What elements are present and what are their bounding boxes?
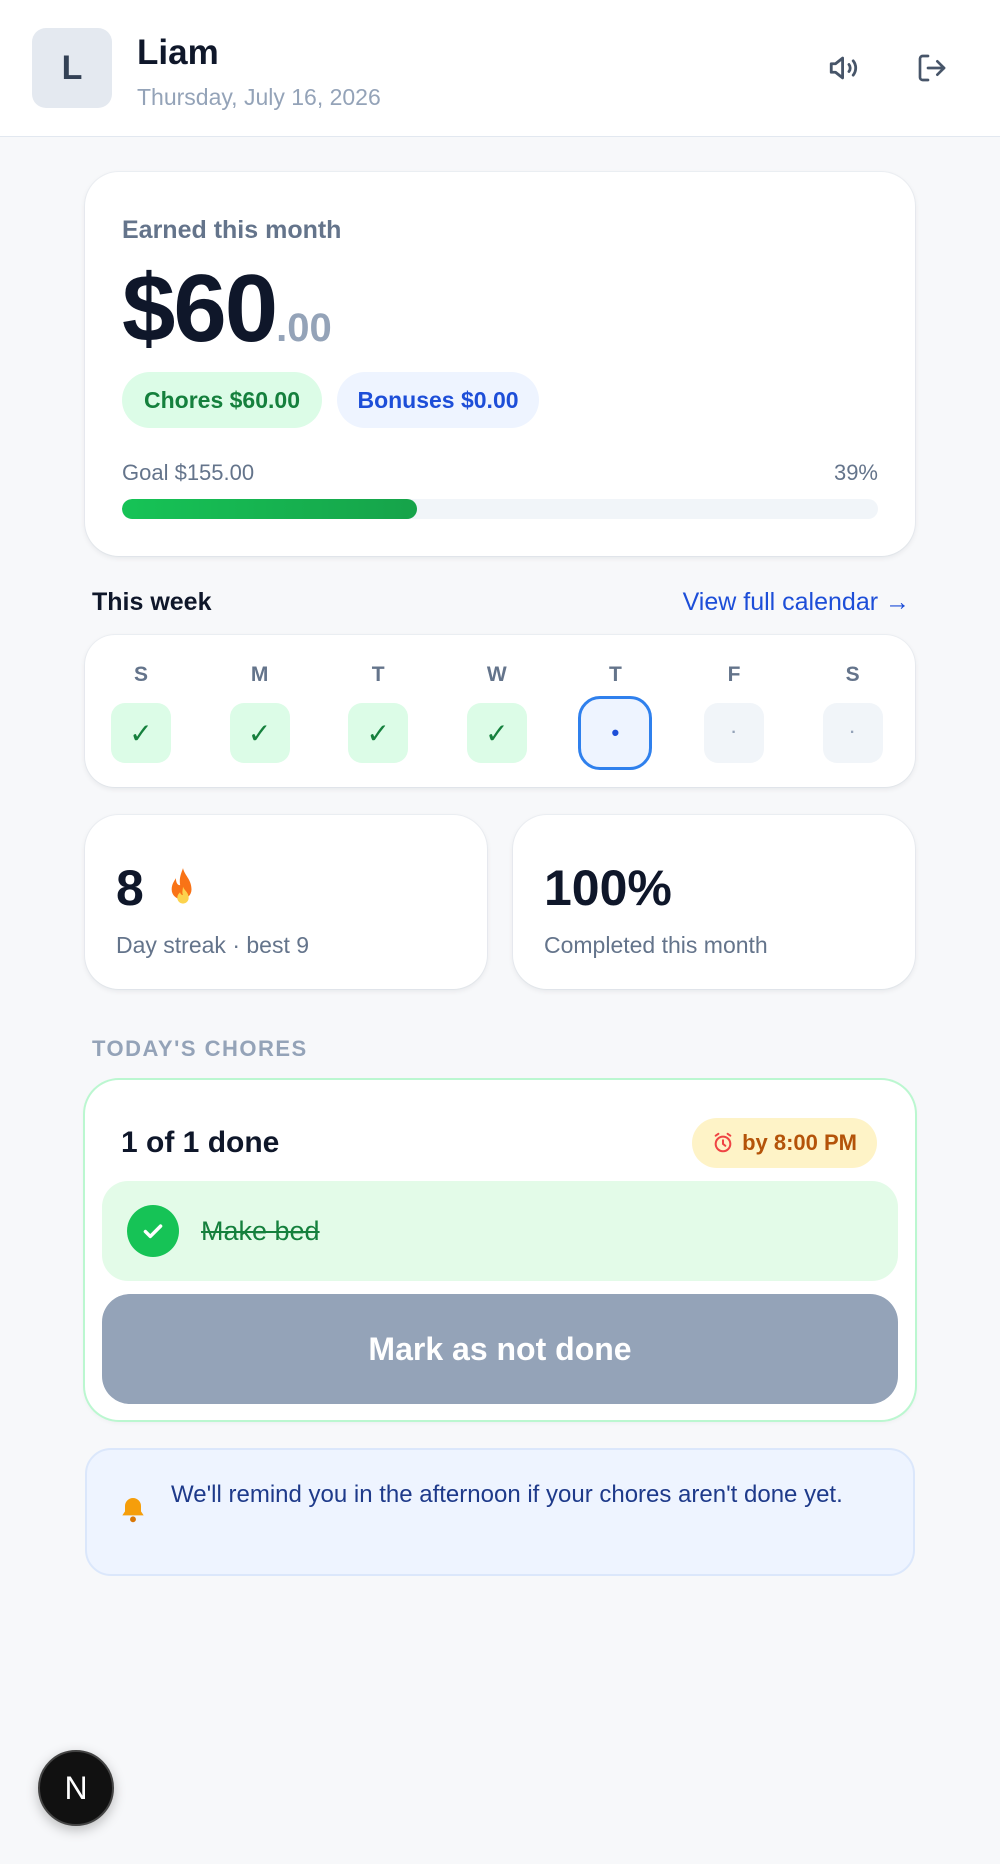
dev-tools-badge[interactable]: N xyxy=(38,1750,114,1826)
goal-label: Goal $155.00 xyxy=(122,460,255,485)
chore-name: Make bed xyxy=(201,1215,320,1246)
checkmark-icon[interactable] xyxy=(127,1205,179,1257)
day-letter: T xyxy=(608,663,622,686)
streak-value: 8 xyxy=(116,860,144,916)
user-name: Liam xyxy=(137,33,219,72)
day-letter: W xyxy=(486,663,507,686)
day-letter: T xyxy=(371,663,385,686)
day-0[interactable]: S ✓ xyxy=(110,663,172,763)
day-2[interactable]: T ✓ xyxy=(347,663,409,763)
day-done-check: ✓ xyxy=(111,703,171,763)
day-done-check: ✓ xyxy=(466,703,527,763)
goal-progress-track xyxy=(122,499,878,519)
chore-item[interactable]: Make bed xyxy=(102,1181,898,1281)
earnings-amount: $60 .00 xyxy=(122,256,332,362)
reminder-text: We'll remind you in the afternoon if you… xyxy=(171,1481,843,1508)
logout-icon xyxy=(918,54,946,82)
week-title: This week xyxy=(92,588,212,616)
earnings-label: Earned this month xyxy=(122,216,342,244)
bell-icon xyxy=(122,1498,144,1523)
mark-not-done-button[interactable]: Mark as not done xyxy=(102,1294,898,1404)
chores-total-pill: Chores $60.00 xyxy=(122,372,322,428)
sound-button[interactable] xyxy=(820,44,868,92)
goal-progress-fill xyxy=(122,499,417,519)
bonuses-total-pill: Bonuses $0.00 xyxy=(337,372,539,428)
alarm-clock-icon xyxy=(714,1132,732,1153)
day-1[interactable]: M ✓ xyxy=(229,663,291,763)
day-today-marker: • xyxy=(578,696,653,770)
todays-chores-heading: TODAY'S CHORES xyxy=(92,1036,308,1061)
day-4[interactable]: T • xyxy=(578,663,653,770)
streak-label: Day streak · best 9 xyxy=(116,932,310,958)
streak-card: 8 Day streak · best 9 xyxy=(85,815,487,989)
day-pending-marker: · xyxy=(704,703,764,763)
day-3[interactable]: W ✓ xyxy=(466,663,528,763)
completion-value: 100% xyxy=(544,860,672,916)
earnings-cents: .00 xyxy=(276,306,332,350)
due-time-label: by 8:00 PM xyxy=(742,1130,857,1155)
avatar: L xyxy=(32,28,112,108)
logout-button[interactable] xyxy=(908,44,956,92)
view-calendar-link[interactable]: View full calendar → xyxy=(683,588,910,617)
earnings-card: Earned this month $60 .00 Chores $60.00 … xyxy=(85,172,915,556)
top-bar: L Liam Thursday, July 16, 2026 xyxy=(0,0,1000,137)
goal-percent: 39% xyxy=(833,460,878,485)
day-letter: S xyxy=(133,663,148,686)
day-letter: M xyxy=(250,663,269,686)
completion-label: Completed this month xyxy=(544,932,768,958)
day-5[interactable]: F · xyxy=(703,663,765,763)
day-6[interactable]: S · xyxy=(822,663,884,763)
day-done-check: ✓ xyxy=(229,703,290,763)
week-calendar: S ✓ M ✓ T ✓ W ✓ T • F · S · xyxy=(85,635,915,787)
fire-icon xyxy=(171,868,192,904)
dev-badge-letter: N xyxy=(64,1769,88,1806)
speaker-icon xyxy=(829,56,858,80)
streak-value-row: 8 xyxy=(116,859,200,917)
day-pending-marker: · xyxy=(822,703,883,763)
day-letter: S xyxy=(845,663,860,686)
earnings-main: $60 xyxy=(122,255,278,362)
due-time-badge: by 8:00 PM xyxy=(692,1118,877,1168)
current-date: Thursday, July 16, 2026 xyxy=(137,84,381,110)
day-letter: F xyxy=(727,663,741,686)
completion-card: 100% Completed this month xyxy=(513,815,915,989)
reminder-banner: We'll remind you in the afternoon if you… xyxy=(85,1448,915,1576)
day-done-check: ✓ xyxy=(348,703,409,763)
chores-card: 1 of 1 done by 8:00 PM Make bed Mark as … xyxy=(85,1080,915,1420)
done-count: 1 of 1 done xyxy=(121,1126,280,1159)
